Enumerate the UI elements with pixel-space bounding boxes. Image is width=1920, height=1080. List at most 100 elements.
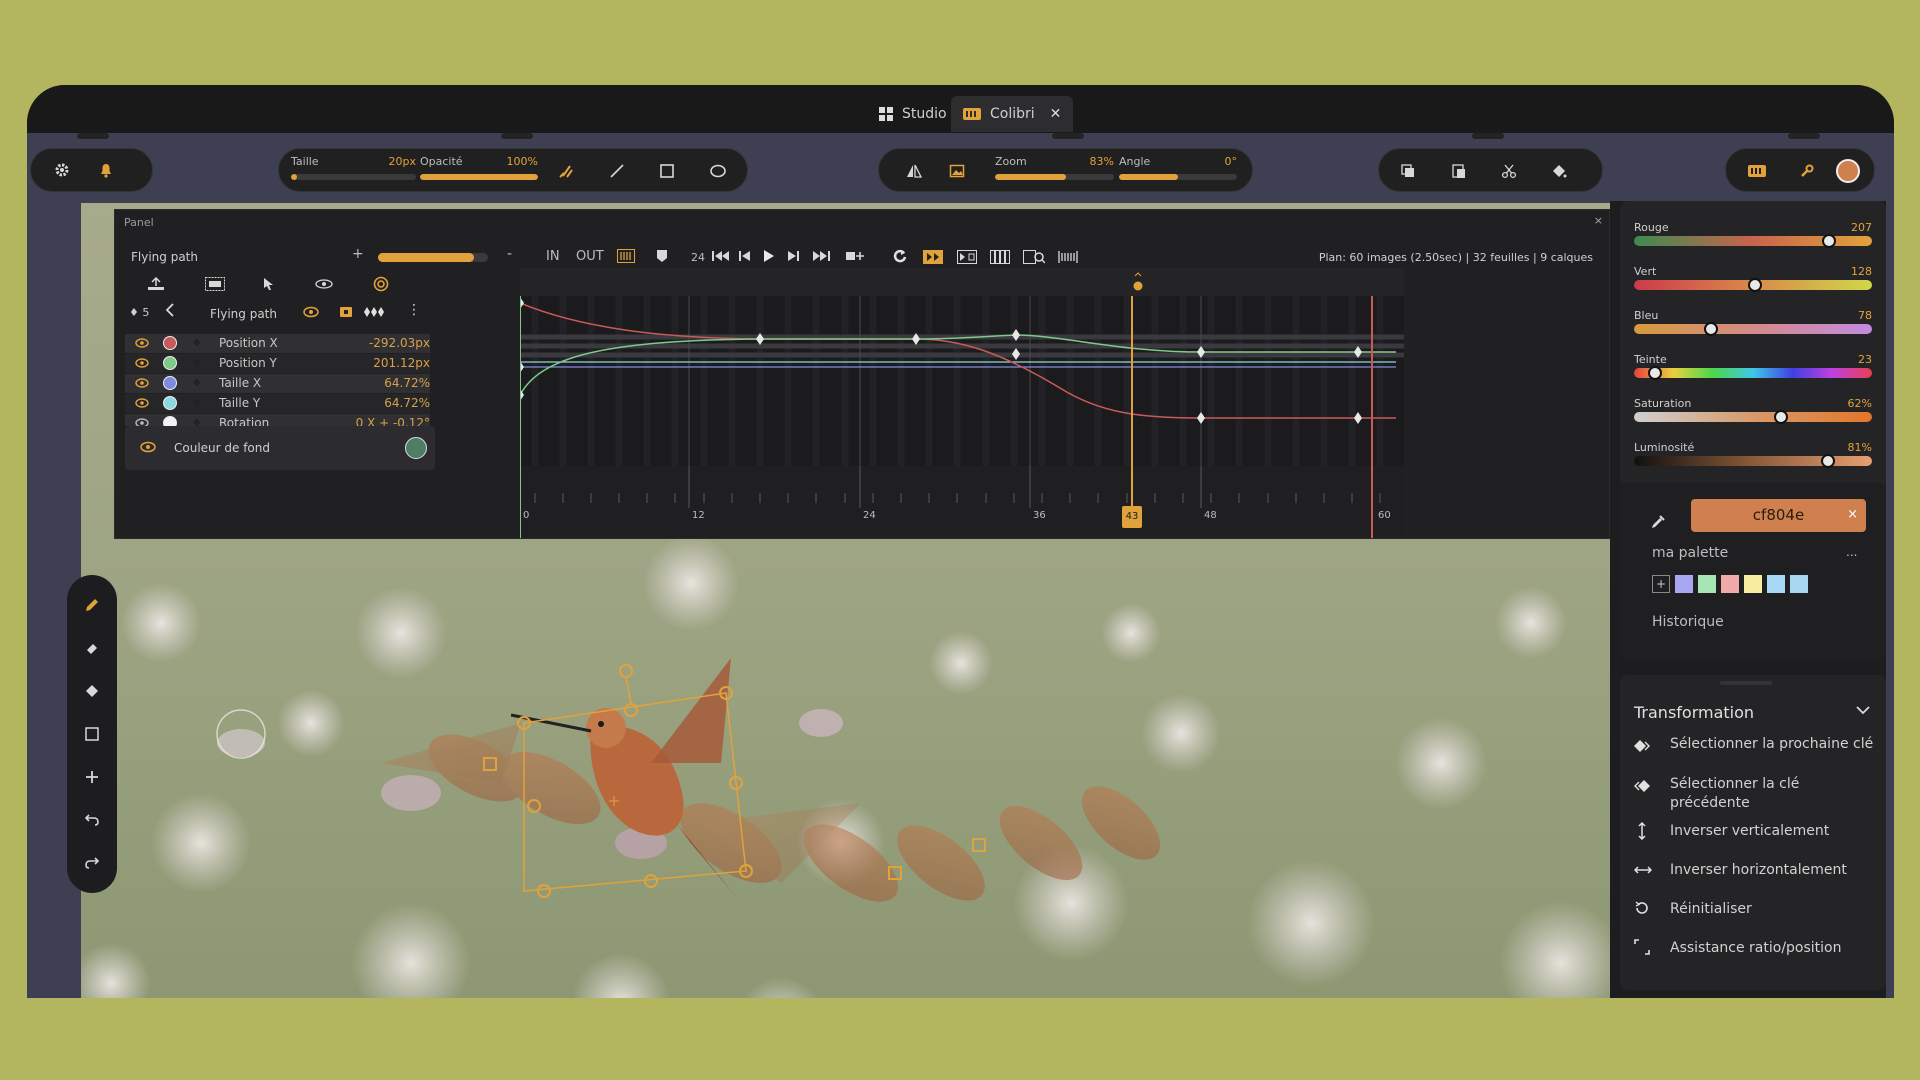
pointer-icon[interactable] (263, 277, 275, 291)
frame-select-icon[interactable] (205, 277, 225, 291)
hex-field[interactable]: cf804e × (1691, 499, 1866, 532)
select-rect-icon[interactable] (67, 712, 117, 755)
play-icon[interactable] (763, 249, 775, 263)
grip-handle[interactable] (1788, 133, 1820, 139)
angle-slider[interactable]: Angle 0° (1119, 155, 1237, 180)
layer-opacity-slider[interactable] (378, 253, 488, 262)
tab-studio[interactable]: Studio (867, 96, 959, 132)
lock-icon[interactable] (339, 306, 353, 318)
chevron-down-icon[interactable] (1856, 705, 1870, 715)
color-swatch[interactable] (163, 336, 177, 350)
palette-swatch[interactable] (1721, 575, 1739, 593)
property-row[interactable]: ◆ Position X -292.03px (125, 334, 430, 353)
copy-icon[interactable] (1389, 152, 1427, 190)
cut-icon[interactable] (1490, 152, 1528, 190)
grip-handle[interactable] (501, 133, 533, 139)
image-icon[interactable] (938, 152, 976, 190)
spiral-icon[interactable] (373, 276, 389, 292)
preview-zoom-icon[interactable] (1023, 250, 1045, 264)
panel-close-icon[interactable]: × (1594, 214, 1603, 227)
compare-icon[interactable] (957, 250, 977, 264)
grip-handle[interactable] (77, 133, 109, 139)
green-channel[interactable]: Vert 128 (1634, 265, 1872, 292)
channel-knob[interactable] (1822, 234, 1836, 248)
bucket-icon[interactable] (67, 669, 117, 712)
menu-item-reset[interactable]: Réinitialiser (1634, 900, 1874, 919)
next-frame-icon[interactable] (787, 250, 799, 262)
property-value[interactable]: 201.12px (373, 356, 430, 370)
color-swatch[interactable] (163, 376, 177, 390)
timeline-scale-icon[interactable] (1058, 250, 1078, 264)
close-icon[interactable]: ✕ (1050, 106, 1062, 122)
channel-knob[interactable] (1748, 278, 1762, 292)
size-slider[interactable]: Taille 20px (291, 155, 416, 180)
fps-value[interactable]: 24 (691, 251, 705, 264)
loop-icon[interactable] (893, 249, 907, 263)
playhead-frame[interactable]: 43 (1122, 506, 1142, 528)
channel-track[interactable] (1634, 412, 1872, 422)
opacity-slider[interactable]: Opacité 100% (420, 155, 538, 180)
channel-knob[interactable] (1821, 454, 1835, 468)
eye-icon[interactable] (303, 306, 319, 318)
saturation-channel[interactable]: Saturation 62% (1634, 397, 1872, 424)
palette-swatch[interactable] (1675, 575, 1693, 593)
channel-track[interactable] (1634, 324, 1872, 334)
undo-icon[interactable] (67, 798, 117, 841)
visibility-toggle-icon[interactable] (315, 277, 333, 291)
eye-icon[interactable] (135, 417, 149, 426)
marker-icon[interactable] (656, 249, 668, 263)
move-icon[interactable] (67, 755, 117, 798)
onion-skin-icon[interactable] (923, 250, 943, 264)
sheets-icon[interactable] (990, 250, 1010, 264)
wrench-icon[interactable] (1788, 152, 1826, 190)
property-row[interactable]: ◆ Position Y 201.12px (125, 354, 430, 373)
eyedropper-icon[interactable] (1650, 514, 1666, 530)
line-tool-icon[interactable] (598, 152, 636, 190)
avatar[interactable] (1836, 159, 1860, 183)
color-swatch[interactable] (163, 356, 177, 370)
out-button[interactable]: OUT (576, 249, 604, 264)
frames-icon[interactable] (617, 249, 635, 263)
minus-button[interactable]: - (507, 246, 512, 262)
curve-editor[interactable]: 0 12 24 36 48 60 43 (520, 268, 1404, 538)
add-swatch-button[interactable]: + (1652, 575, 1670, 593)
blue-channel[interactable]: Bleu 78 (1634, 309, 1872, 336)
eye-icon[interactable] (135, 397, 149, 409)
keyframe-icon[interactable]: ◆ (193, 357, 201, 368)
property-value[interactable]: 64.72% (384, 396, 430, 410)
plus-button[interactable]: + (352, 246, 364, 262)
brush-icon[interactable] (547, 152, 585, 190)
history-label[interactable]: Historique (1652, 614, 1724, 630)
clear-hex-icon[interactable]: × (1847, 507, 1858, 522)
keyframe-icon[interactable]: ◆ (193, 417, 201, 426)
layer-add-icon[interactable] (147, 277, 165, 291)
keyframe-icon[interactable]: ◆ (193, 377, 201, 388)
property-value[interactable]: 0 X + -0.12° (356, 416, 430, 426)
palette-more-button[interactable]: ... (1846, 545, 1857, 559)
palette-swatch[interactable] (1790, 575, 1808, 593)
menu-item-flip-vertical[interactable]: Inverser verticalement (1634, 822, 1874, 841)
channel-track[interactable] (1634, 368, 1872, 378)
eye-icon[interactable] (135, 337, 149, 349)
background-color-row[interactable]: Couleur de fond (125, 426, 435, 470)
eye-icon[interactable] (135, 377, 149, 389)
property-row[interactable]: ◆ Taille X 64.72% (125, 374, 430, 393)
luminosity-channel[interactable]: Luminosité 81% (1634, 441, 1872, 468)
background-color-swatch[interactable] (405, 437, 427, 459)
eye-icon[interactable] (135, 357, 149, 369)
add-frame-icon[interactable] (846, 250, 864, 262)
grip-handle[interactable] (1720, 681, 1772, 685)
grip-handle[interactable] (1052, 133, 1084, 139)
property-row[interactable]: ◆ Rotation 0 X + -0.12° (125, 414, 430, 426)
pencil-icon[interactable] (67, 583, 117, 626)
keyframe-icon[interactable]: ◆ (193, 397, 201, 408)
gear-icon[interactable] (43, 151, 81, 189)
palette-swatch[interactable] (1698, 575, 1716, 593)
property-value[interactable]: 64.72% (384, 376, 430, 390)
channel-knob[interactable] (1648, 366, 1662, 380)
ellipse-tool-icon[interactable] (699, 152, 737, 190)
zoom-slider[interactable]: Zoom 83% (995, 155, 1114, 180)
menu-item-ratio[interactable]: Assistance ratio/position (1634, 939, 1874, 958)
prev-frame-icon[interactable] (739, 250, 751, 262)
channel-track[interactable] (1634, 236, 1872, 246)
